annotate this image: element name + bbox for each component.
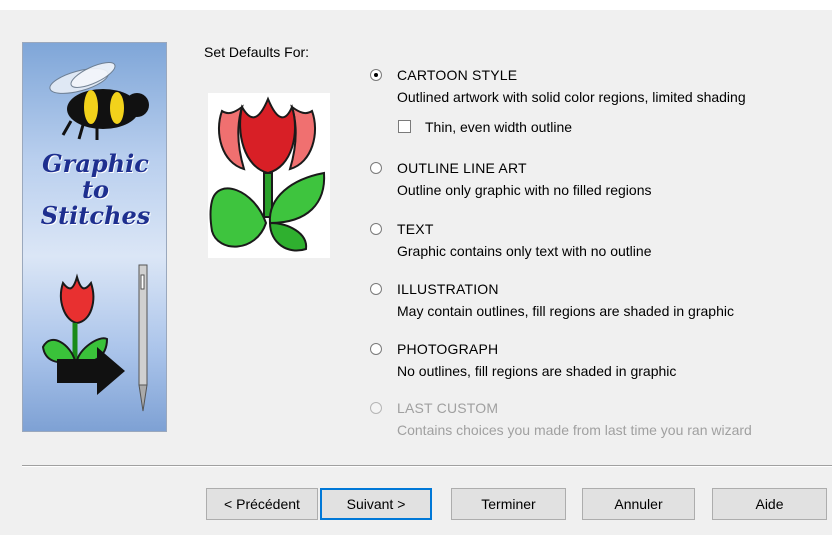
separator-line bbox=[22, 465, 832, 467]
option-title: PHOTOGRAPH bbox=[397, 341, 499, 357]
wizard-banner-image: Graphic to Stitches bbox=[22, 42, 167, 432]
help-button[interactable]: Aide bbox=[712, 488, 827, 520]
option-title: TEXT bbox=[397, 221, 434, 237]
style-preview-image bbox=[208, 93, 330, 258]
option-title: CARTOON STYLE bbox=[397, 67, 518, 83]
radio-cartoon-style[interactable] bbox=[370, 69, 382, 81]
option-description: No outlines, fill regions are shaded in … bbox=[397, 363, 677, 379]
previous-button[interactable]: < Précédent bbox=[206, 488, 318, 520]
option-description: Outlined artwork with solid color region… bbox=[397, 89, 746, 105]
banner-title-line: Graphic bbox=[42, 149, 149, 178]
banner-title-line: Stitches bbox=[40, 201, 151, 230]
option-description: May contain outlines, fill regions are s… bbox=[397, 303, 734, 319]
option-title: OUTLINE LINE ART bbox=[397, 160, 527, 176]
finish-button[interactable]: Terminer bbox=[451, 488, 566, 520]
radio-outline-line-art[interactable] bbox=[370, 162, 382, 174]
radio-photograph[interactable] bbox=[370, 343, 382, 355]
option-description: Outline only graphic with no filled regi… bbox=[397, 182, 652, 198]
option-description: Contains choices you made from last time… bbox=[397, 422, 752, 438]
thin-outline-label[interactable]: Thin, even width outline bbox=[425, 119, 572, 135]
thin-outline-checkbox[interactable] bbox=[398, 120, 411, 133]
tulip-arrow-needle-icon bbox=[41, 264, 148, 412]
next-button[interactable]: Suivant > bbox=[320, 488, 432, 520]
radio-text[interactable] bbox=[370, 223, 382, 235]
banner-title: Graphic to Stitches bbox=[23, 149, 166, 230]
set-defaults-label: Set Defaults For: bbox=[204, 44, 310, 60]
cancel-button[interactable]: Annuler bbox=[582, 488, 695, 520]
option-title: LAST CUSTOM bbox=[397, 400, 499, 416]
bee-icon bbox=[49, 62, 149, 140]
option-description: Graphic contains only text with no outli… bbox=[397, 243, 652, 259]
radio-last-custom bbox=[370, 402, 382, 414]
radio-illustration[interactable] bbox=[370, 283, 382, 295]
tulip-icon bbox=[209, 96, 326, 252]
option-title: ILLUSTRATION bbox=[397, 281, 499, 297]
banner-title-line: to bbox=[81, 175, 110, 204]
title-bar-fragment bbox=[0, 0, 832, 10]
